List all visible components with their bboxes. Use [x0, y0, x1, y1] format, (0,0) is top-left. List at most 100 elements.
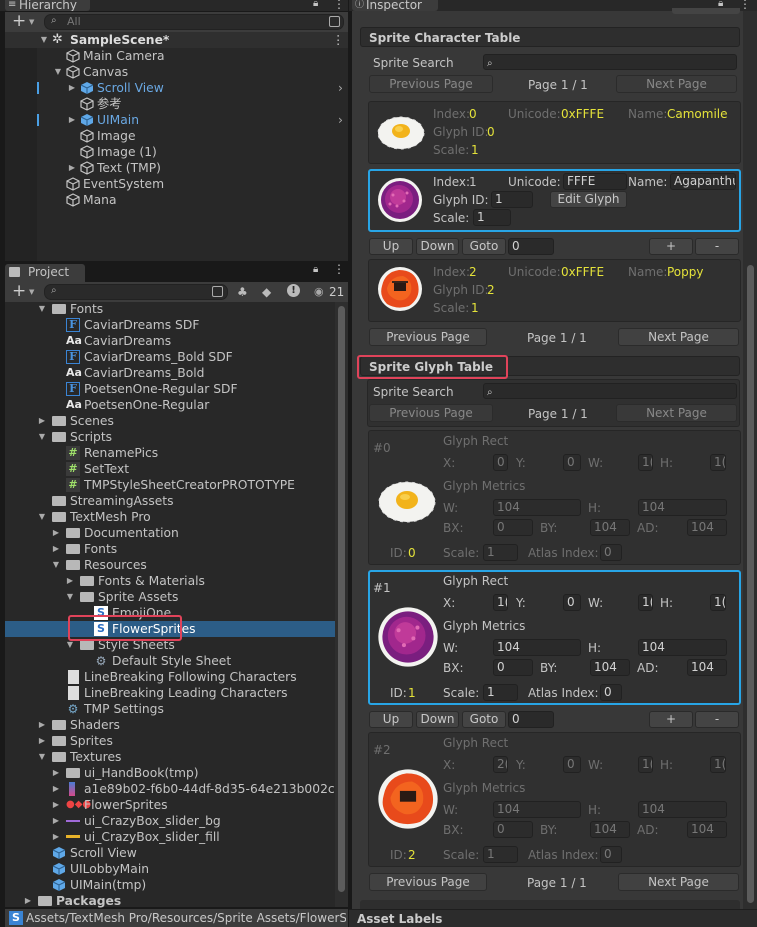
- move-up-button[interactable]: Up: [369, 238, 413, 255]
- project-tree-item[interactable]: ▶ Shaders: [5, 717, 335, 733]
- expand-arrow-icon[interactable]: ▶: [23, 893, 33, 909]
- rect-h-field[interactable]: 1(: [710, 756, 726, 773]
- create-plus-icon[interactable]: +: [12, 12, 26, 30]
- expand-arrow-icon[interactable]: ▶: [51, 765, 61, 781]
- char-search-input[interactable]: ⌕: [483, 54, 737, 70]
- expand-arrow-icon[interactable]: ▼: [37, 749, 47, 765]
- expand-arrow-icon[interactable]: ▼: [65, 589, 75, 605]
- atlas-index-field[interactable]: 0: [600, 544, 622, 561]
- project-tree-item[interactable]: ▶ Sprites: [5, 733, 335, 749]
- rect-x-field[interactable]: 2(: [493, 756, 508, 773]
- lock-icon[interactable]: 🔒︎: [313, 0, 318, 9]
- project-tree-item[interactable]: LineBreaking Leading Characters: [5, 685, 335, 701]
- project-tree-item[interactable]: ▼ Resources: [5, 557, 335, 573]
- rect-w-field[interactable]: 1(: [638, 756, 653, 773]
- rect-w-field[interactable]: 1(: [638, 594, 653, 611]
- metrics-h-field[interactable]: 104: [638, 639, 727, 656]
- project-tree-item[interactable]: ▶ Documentation: [5, 525, 335, 541]
- project-tree-item[interactable]: UIMain(tmp): [5, 877, 335, 893]
- rect-y-field[interactable]: 0: [563, 756, 581, 773]
- project-tree-item[interactable]: ▶ Scenes: [5, 413, 335, 429]
- chevron-right-icon[interactable]: ›: [338, 80, 343, 96]
- goto-button[interactable]: Goto: [462, 711, 506, 728]
- expand-arrow-icon[interactable]: ▶: [37, 413, 47, 429]
- search-filter-icon[interactable]: [329, 16, 340, 27]
- glyph-next-page-button-bottom[interactable]: Next Page: [618, 873, 739, 891]
- project-tree-item[interactable]: # SetText: [5, 461, 335, 477]
- glyph-scale-field[interactable]: 1: [483, 846, 518, 863]
- goto-index-field[interactable]: 0: [508, 238, 554, 255]
- expand-arrow-icon[interactable]: ▶: [51, 781, 61, 797]
- kebab-icon[interactable]: ⋮: [739, 0, 751, 11]
- glyph-search-input[interactable]: ⌕: [483, 383, 737, 399]
- glyph-id-field[interactable]: 1: [491, 191, 533, 208]
- rect-y-field[interactable]: 0: [563, 594, 581, 611]
- project-tree-item[interactable]: ▼ Textures: [5, 749, 335, 765]
- add-entry-button[interactable]: +: [649, 238, 693, 255]
- project-tree-item[interactable]: ▶ a1e89b02-f6b0-44df-8d35-64e213b002c7: [5, 781, 343, 797]
- expand-arrow-icon[interactable]: ▶: [51, 541, 61, 557]
- rect-y-field[interactable]: 0: [563, 454, 581, 471]
- expand-arrow-icon[interactable]: ▶: [37, 717, 47, 733]
- project-tree-item[interactable]: Aa PoetsenOne-Regular: [5, 397, 335, 413]
- project-tree-item[interactable]: ▼ TextMesh Pro: [5, 509, 335, 525]
- metrics-w-field[interactable]: 104: [493, 639, 581, 656]
- glyph-prev-page-button[interactable]: Previous Page: [369, 404, 493, 422]
- char-prev-page-button[interactable]: Previous Page: [369, 75, 493, 93]
- expand-arrow-icon[interactable]: ▼: [51, 557, 61, 573]
- metrics-by-field[interactable]: 104: [590, 821, 630, 838]
- metrics-w-field[interactable]: 104: [493, 499, 581, 516]
- glyph-scale-field[interactable]: 1: [483, 684, 518, 701]
- remove-entry-button[interactable]: -: [695, 711, 739, 728]
- rect-h-field[interactable]: 1(: [710, 594, 726, 611]
- metrics-w-field[interactable]: 104: [493, 801, 581, 818]
- rect-h-field[interactable]: 1(: [710, 454, 726, 471]
- metrics-h-field[interactable]: 104: [638, 801, 727, 818]
- search-by-type-icon[interactable]: ♣: [237, 285, 248, 299]
- move-down-button[interactable]: Down: [416, 238, 459, 255]
- hierarchy-search-input[interactable]: ⌕ All: [44, 14, 344, 30]
- project-tree-item[interactable]: StreamingAssets: [5, 493, 335, 509]
- move-down-button[interactable]: Down: [416, 711, 459, 728]
- warning-icon[interactable]: !: [287, 284, 300, 297]
- hierarchy-scene-row[interactable]: ▼ ✲ SampleScene* ⋮: [5, 32, 348, 48]
- project-tree-item[interactable]: UILobbyMain: [5, 861, 335, 877]
- project-tree-item[interactable]: LineBreaking Following Characters: [5, 669, 335, 685]
- rect-x-field[interactable]: 0: [493, 454, 508, 471]
- project-tree-item[interactable]: ▼ Sprite Assets: [5, 589, 335, 605]
- project-tree-item[interactable]: ▼ Fonts: [5, 301, 335, 317]
- scale-field[interactable]: 1: [473, 209, 511, 226]
- project-tree-item[interactable]: Aa CaviarDreams_Bold: [5, 365, 335, 381]
- search-by-type-icon[interactable]: [212, 286, 223, 297]
- metrics-ad-field[interactable]: 104: [687, 519, 727, 536]
- project-scrollbar-thumb[interactable]: [338, 306, 345, 892]
- project-tree-item[interactable]: # RenamePics: [5, 445, 335, 461]
- glyph-scale-field[interactable]: 1: [483, 544, 518, 561]
- project-tree-item[interactable]: ⚙ TMP Settings: [5, 701, 335, 717]
- project-tree-item[interactable]: ▶ Fonts & Materials: [5, 573, 335, 589]
- glyph-next-page-button[interactable]: Next Page: [616, 404, 737, 422]
- project-tree-item[interactable]: ▶ ui_HandBook(tmp): [5, 765, 335, 781]
- project-tree-item[interactable]: # TMPStyleSheetCreatorPROTOTYPE: [5, 477, 335, 493]
- project-search-input[interactable]: ⌕: [44, 284, 228, 300]
- hidden-packages-eye-icon[interactable]: ◉: [314, 285, 324, 298]
- char-table-header[interactable]: Sprite Character Table: [360, 27, 740, 47]
- kebab-icon[interactable]: ⋮: [333, 262, 345, 276]
- goto-button[interactable]: Goto: [462, 238, 506, 255]
- expand-arrow-icon[interactable]: ▶: [51, 829, 61, 845]
- move-up-button[interactable]: Up: [369, 711, 413, 728]
- metrics-h-field[interactable]: 104: [638, 499, 727, 516]
- atlas-index-field[interactable]: 0: [600, 684, 622, 701]
- project-tree-item[interactable]: F PoetsenOne-Regular SDF: [5, 381, 335, 397]
- kebab-icon[interactable]: ⋮: [332, 32, 344, 48]
- metrics-bx-field[interactable]: 0: [493, 821, 533, 838]
- metrics-by-field[interactable]: 104: [590, 519, 630, 536]
- expand-arrow-icon[interactable]: ▶: [67, 160, 77, 176]
- char-prev-page-button-bottom[interactable]: Previous Page: [369, 328, 487, 346]
- project-tree-item[interactable]: ⚙ Default Style Sheet: [5, 653, 335, 669]
- hierarchy-tab[interactable]: ≡ Hierarchy: [5, 0, 90, 11]
- project-tree-item[interactable]: ▶ ui_CrazyBox_slider_fill: [5, 829, 335, 845]
- expand-arrow-icon[interactable]: ▼: [39, 32, 49, 48]
- project-tree-item[interactable]: F CaviarDreams SDF: [5, 317, 335, 333]
- unicode-field[interactable]: FFFE: [563, 173, 627, 190]
